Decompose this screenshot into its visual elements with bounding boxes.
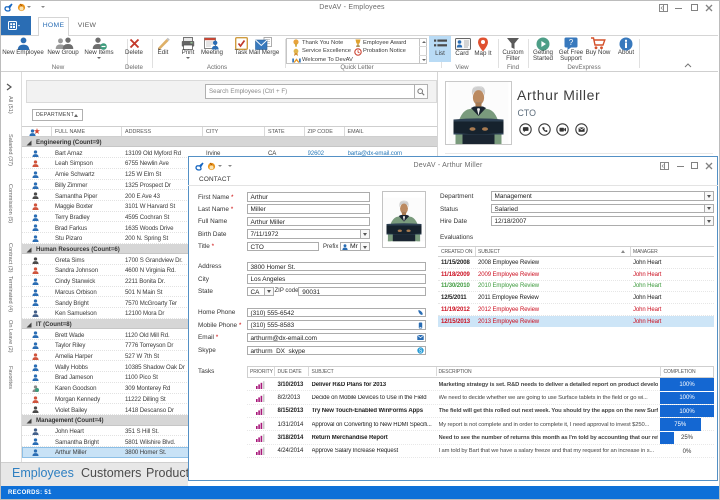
svg-text:?: ? (569, 38, 574, 47)
